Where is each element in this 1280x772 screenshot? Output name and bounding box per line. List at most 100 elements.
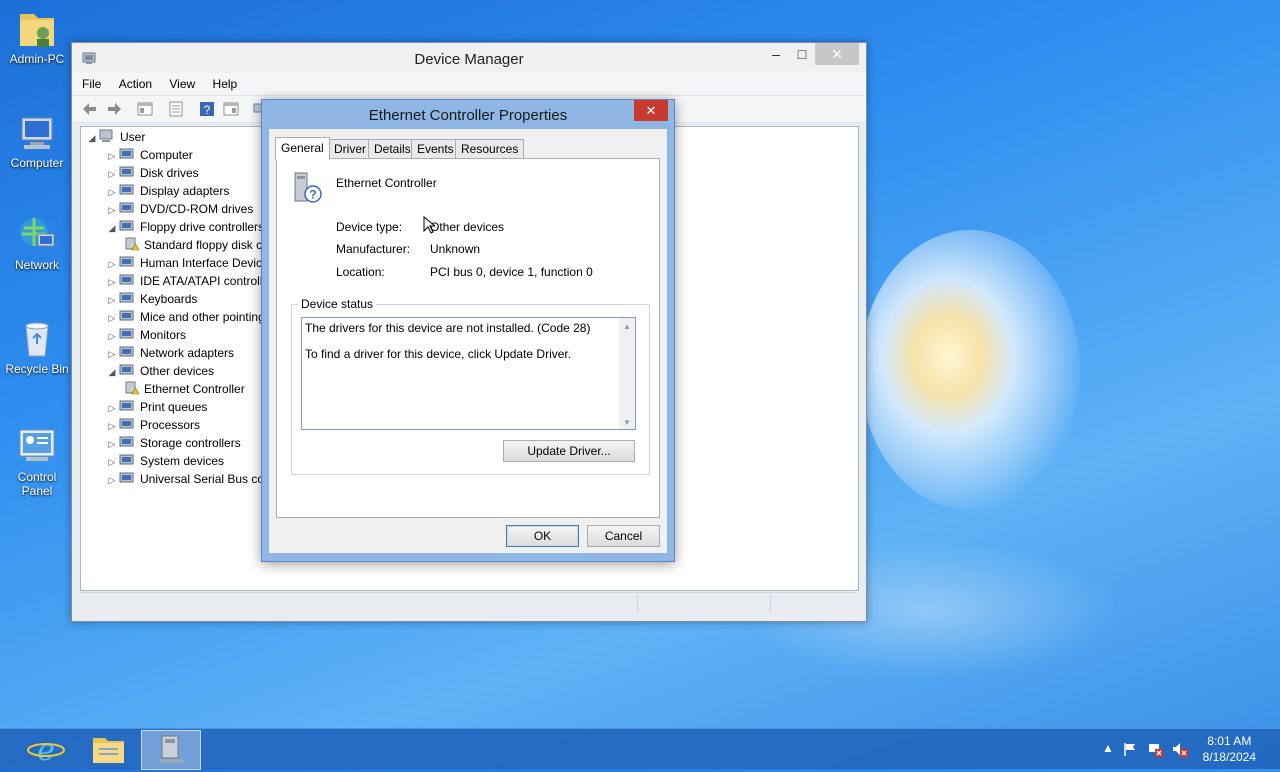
scroll-down-icon[interactable]: ▼ — [623, 418, 631, 427]
properties-icon[interactable] — [168, 101, 184, 117]
desktop-icon-network[interactable]: Network — [4, 214, 70, 272]
clock-time: 8:01 AM — [1207, 734, 1252, 748]
action-pane-icon[interactable] — [223, 101, 239, 117]
expand-arrow-icon[interactable]: ▷ — [105, 255, 119, 273]
tree-item-label: Floppy drive controllers — [140, 220, 265, 234]
update-driver-button[interactable]: Update Driver... — [503, 440, 635, 462]
device-status-textbox[interactable]: The drivers for this device are not inst… — [301, 317, 636, 430]
taskbar: e ▲ 8:01 AM 8/18/2024 — [0, 728, 1280, 770]
tree-item-label: Print queues — [140, 400, 208, 414]
tree-item-label: Ethernet Controller — [144, 382, 245, 396]
menu-view[interactable]: View — [169, 73, 195, 95]
ok-button[interactable]: OK — [506, 525, 579, 547]
help-icon[interactable]: ? — [199, 101, 215, 117]
expand-arrow-icon[interactable]: ▷ — [105, 291, 119, 309]
device-category-icon — [119, 273, 135, 287]
tab-events[interactable]: Events — [411, 139, 460, 159]
collapse-arrow-icon[interactable]: ◢ — [105, 219, 119, 237]
internet-explorer-icon: e — [27, 733, 65, 768]
tree-category-item[interactable]: ◢ Other devices — [105, 362, 215, 381]
status-divider — [770, 595, 771, 613]
tree-category-item[interactable]: ▷ Network adapters — [105, 344, 235, 363]
desktop-icon-control-panel[interactable]: Control Panel — [4, 426, 70, 498]
status-divider — [637, 595, 638, 613]
tree-category-item[interactable]: ▷ Disk drives — [105, 164, 199, 182]
device-warning-icon — [123, 237, 140, 251]
location-label: Location: — [336, 265, 385, 279]
expand-arrow-icon[interactable]: ▷ — [105, 345, 119, 363]
tree-category-item[interactable]: ◢ Floppy drive controllers — [105, 218, 265, 237]
forward-arrow-icon[interactable] — [106, 101, 122, 117]
scroll-up-icon[interactable]: ▲ — [623, 322, 631, 331]
network-disconnected-icon[interactable] — [1147, 741, 1163, 757]
desktop-icon-label: Network — [14, 258, 59, 272]
title-bar[interactable]: Device Manager – □ ✕ — [72, 43, 866, 73]
system-clock[interactable]: 8:01 AM 8/18/2024 — [1203, 733, 1256, 765]
dialog-close-button[interactable]: ✕ — [634, 100, 668, 121]
file-explorer-button[interactable] — [79, 730, 137, 768]
expand-arrow-icon[interactable]: ▷ — [105, 183, 119, 201]
desktop-icon-label: Recycle Bin — [5, 362, 69, 376]
device-type-value: Other devices — [430, 220, 505, 234]
tab-resources[interactable]: Resources — [455, 139, 525, 159]
internet-explorer-button[interactable]: e — [17, 730, 75, 768]
desktop-icon-label: Control Panel — [17, 470, 57, 498]
properties-dialog[interactable]: Ethernet Controller Properties ✕ General… — [261, 99, 675, 562]
expand-arrow-icon[interactable]: ▷ — [105, 435, 119, 453]
collapse-arrow-icon[interactable]: ◢ — [85, 129, 99, 147]
general-tab-panel: ? Ethernet Controller Device type: Other… — [276, 158, 660, 518]
menu-help[interactable]: Help — [213, 73, 238, 95]
expand-arrow-icon[interactable]: ▷ — [105, 399, 119, 417]
dialog-body: General Driver Details Events Resources … — [269, 129, 667, 553]
tree-root[interactable]: ◢ User — [85, 128, 145, 146]
tree-category-item[interactable]: ▷ Print queues — [105, 398, 208, 417]
tree-category-item[interactable]: ▷ Computer — [105, 146, 193, 164]
close-button[interactable]: ✕ — [815, 43, 859, 65]
tab-details[interactable]: Details — [368, 139, 417, 159]
tree-category-item[interactable]: ▷ System devices — [105, 452, 225, 471]
collapse-arrow-icon[interactable]: ◢ — [105, 363, 119, 381]
desktop-icon-recycle-bin[interactable]: Recycle Bin — [4, 318, 70, 376]
device-manager-icon — [159, 735, 183, 763]
manufacturer-label: Manufacturer: — [336, 242, 411, 256]
tree-category-item[interactable]: ▷ Monitors — [105, 326, 186, 344]
clock-date: 8/18/2024 — [1202, 750, 1256, 764]
status-scrollbar[interactable]: ▲ ▼ — [619, 318, 635, 429]
expand-arrow-icon[interactable]: ▷ — [105, 453, 119, 471]
desktop-icon-computer[interactable]: Computer — [4, 112, 70, 170]
device-category-icon — [119, 201, 135, 215]
tree-category-item[interactable]: ▷ Display adapters — [105, 182, 230, 201]
menu-action[interactable]: Action — [119, 73, 152, 95]
svg-text:?: ? — [204, 103, 211, 117]
expand-arrow-icon[interactable]: ▷ — [105, 147, 119, 165]
expand-arrow-icon[interactable]: ▷ — [105, 309, 119, 327]
back-arrow-icon[interactable] — [82, 101, 98, 117]
tree-category-item[interactable]: ▷ Processors — [105, 416, 201, 435]
tab-general[interactable]: General — [275, 137, 330, 160]
tree-item-label: Monitors — [140, 328, 187, 342]
expand-arrow-icon[interactable]: ▷ — [105, 273, 119, 291]
expand-arrow-icon[interactable]: ▷ — [105, 327, 119, 345]
maximize-button[interactable]: □ — [787, 43, 817, 65]
tree-category-item[interactable]: ▷ Storage controllers — [105, 434, 241, 452]
expand-arrow-icon[interactable]: ▷ — [105, 165, 119, 183]
device-name: Ethernet Controller — [336, 176, 437, 190]
show-hidden-icons-icon[interactable]: ▲ — [1100, 741, 1116, 757]
show-hide-console-tree-icon[interactable] — [137, 101, 153, 117]
tree-category-item[interactable]: ▷ IDE ATA/ATAPI controllers — [105, 272, 280, 291]
volume-muted-icon[interactable] — [1172, 741, 1188, 757]
tree-device-item[interactable]: Ethernet Controller — [123, 380, 245, 398]
tab-driver[interactable]: Driver — [328, 139, 372, 159]
device-manager-taskbar-button[interactable] — [141, 730, 201, 770]
expand-arrow-icon[interactable]: ▷ — [105, 201, 119, 219]
tree-category-item[interactable]: ▷ DVD/CD-ROM drives — [105, 200, 254, 219]
menu-file[interactable]: File — [82, 73, 101, 95]
expand-arrow-icon[interactable]: ▷ — [105, 417, 119, 435]
tree-item-label: Other devices — [140, 364, 215, 378]
desktop-icon-admin-pc[interactable]: Admin-PC — [4, 8, 70, 66]
tree-category-item[interactable]: ▷ Keyboards — [105, 290, 198, 309]
tree-category-item[interactable]: ▷ Human Interface Devices — [105, 254, 275, 272]
action-center-flag-icon[interactable] — [1122, 741, 1138, 757]
expand-arrow-icon[interactable]: ▷ — [105, 471, 119, 489]
cancel-button[interactable]: Cancel — [587, 525, 660, 547]
